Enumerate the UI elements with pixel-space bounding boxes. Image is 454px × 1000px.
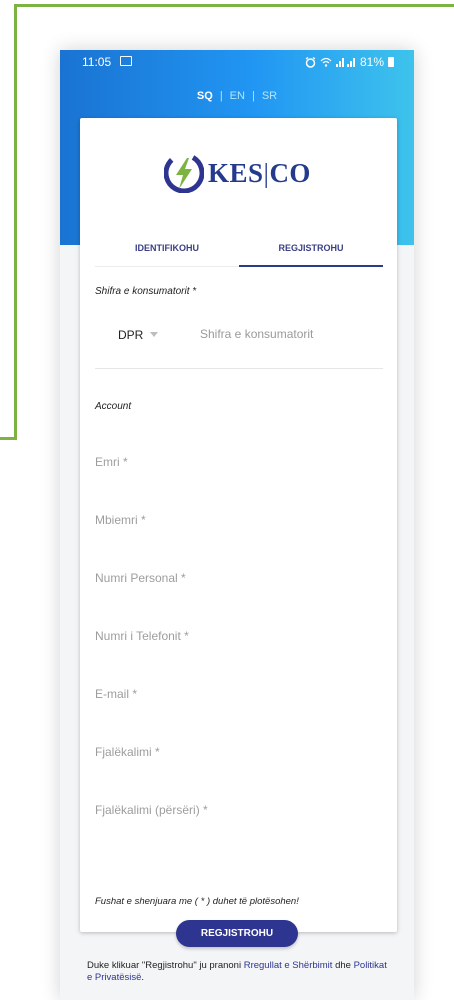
required-fields-note: Fushat e shenjuara me ( * ) duhet të plo… [95, 896, 299, 907]
lightning-logo-icon [164, 153, 204, 193]
auth-tabs: IDENTIFIKOHU REGJISTROHU [95, 238, 383, 267]
phone-screen: 11:05 81% SQ | EN | SR KES|CO IDENTIFIKOHU R… [60, 50, 414, 1000]
dropdown-caret-icon[interactable] [150, 332, 158, 337]
email-field[interactable] [95, 683, 383, 705]
consumer-code-input[interactable] [200, 322, 375, 346]
language-switcher: SQ | EN | SR [60, 90, 414, 102]
section-divider [95, 368, 383, 369]
phone-number-field[interactable] [95, 625, 383, 647]
terms-text: Duke klikuar "Regjistrohu" ju pranoni Rr… [87, 960, 387, 984]
personal-number-field[interactable] [95, 567, 383, 589]
image-notification-icon [120, 56, 132, 66]
terms-of-service-link[interactable]: Rregullat e Shërbimit [244, 960, 333, 971]
battery-percent: 81% [359, 55, 384, 69]
frame-left-line [14, 4, 17, 440]
terms-prefix: Duke klikuar "Regjistrohu" ju pranoni [87, 960, 244, 971]
register-card: KES|CO IDENTIFIKOHU REGJISTROHU Shifra e… [80, 118, 397, 932]
wifi-icon [320, 57, 332, 67]
account-label: Account [95, 401, 132, 412]
first-name-field[interactable] [95, 451, 383, 473]
battery-icon [388, 57, 394, 67]
lang-sq[interactable]: SQ [190, 90, 220, 102]
status-bar: 11:05 81% [60, 50, 414, 74]
password-field[interactable] [95, 741, 383, 763]
terms-middle: dhe [332, 960, 354, 971]
kesco-logo: KES|CO [164, 151, 311, 195]
terms-suffix: . [141, 972, 145, 983]
lang-en[interactable]: EN [223, 90, 252, 102]
register-button[interactable]: REGJISTROHU [176, 920, 298, 947]
lang-sr[interactable]: SR [255, 90, 284, 102]
signal-icon [335, 58, 355, 67]
logo-wordmark: KES|CO [208, 157, 311, 188]
tab-regjistrohu[interactable]: REGJISTROHU [239, 238, 383, 267]
consumer-code-label: Shifra e konsumatorit * [95, 286, 197, 297]
status-time: 11:05 [82, 55, 112, 69]
tab-identifikohu[interactable]: IDENTIFIKOHU [95, 238, 239, 266]
password-confirm-field[interactable] [95, 799, 383, 821]
frame-bottom-stub [0, 437, 17, 440]
frame-top-line [14, 4, 454, 7]
consumer-prefix-select[interactable]: DPR [118, 328, 143, 342]
alarm-icon [305, 56, 316, 68]
status-icons: 81% [305, 55, 394, 69]
last-name-field[interactable] [95, 509, 383, 531]
